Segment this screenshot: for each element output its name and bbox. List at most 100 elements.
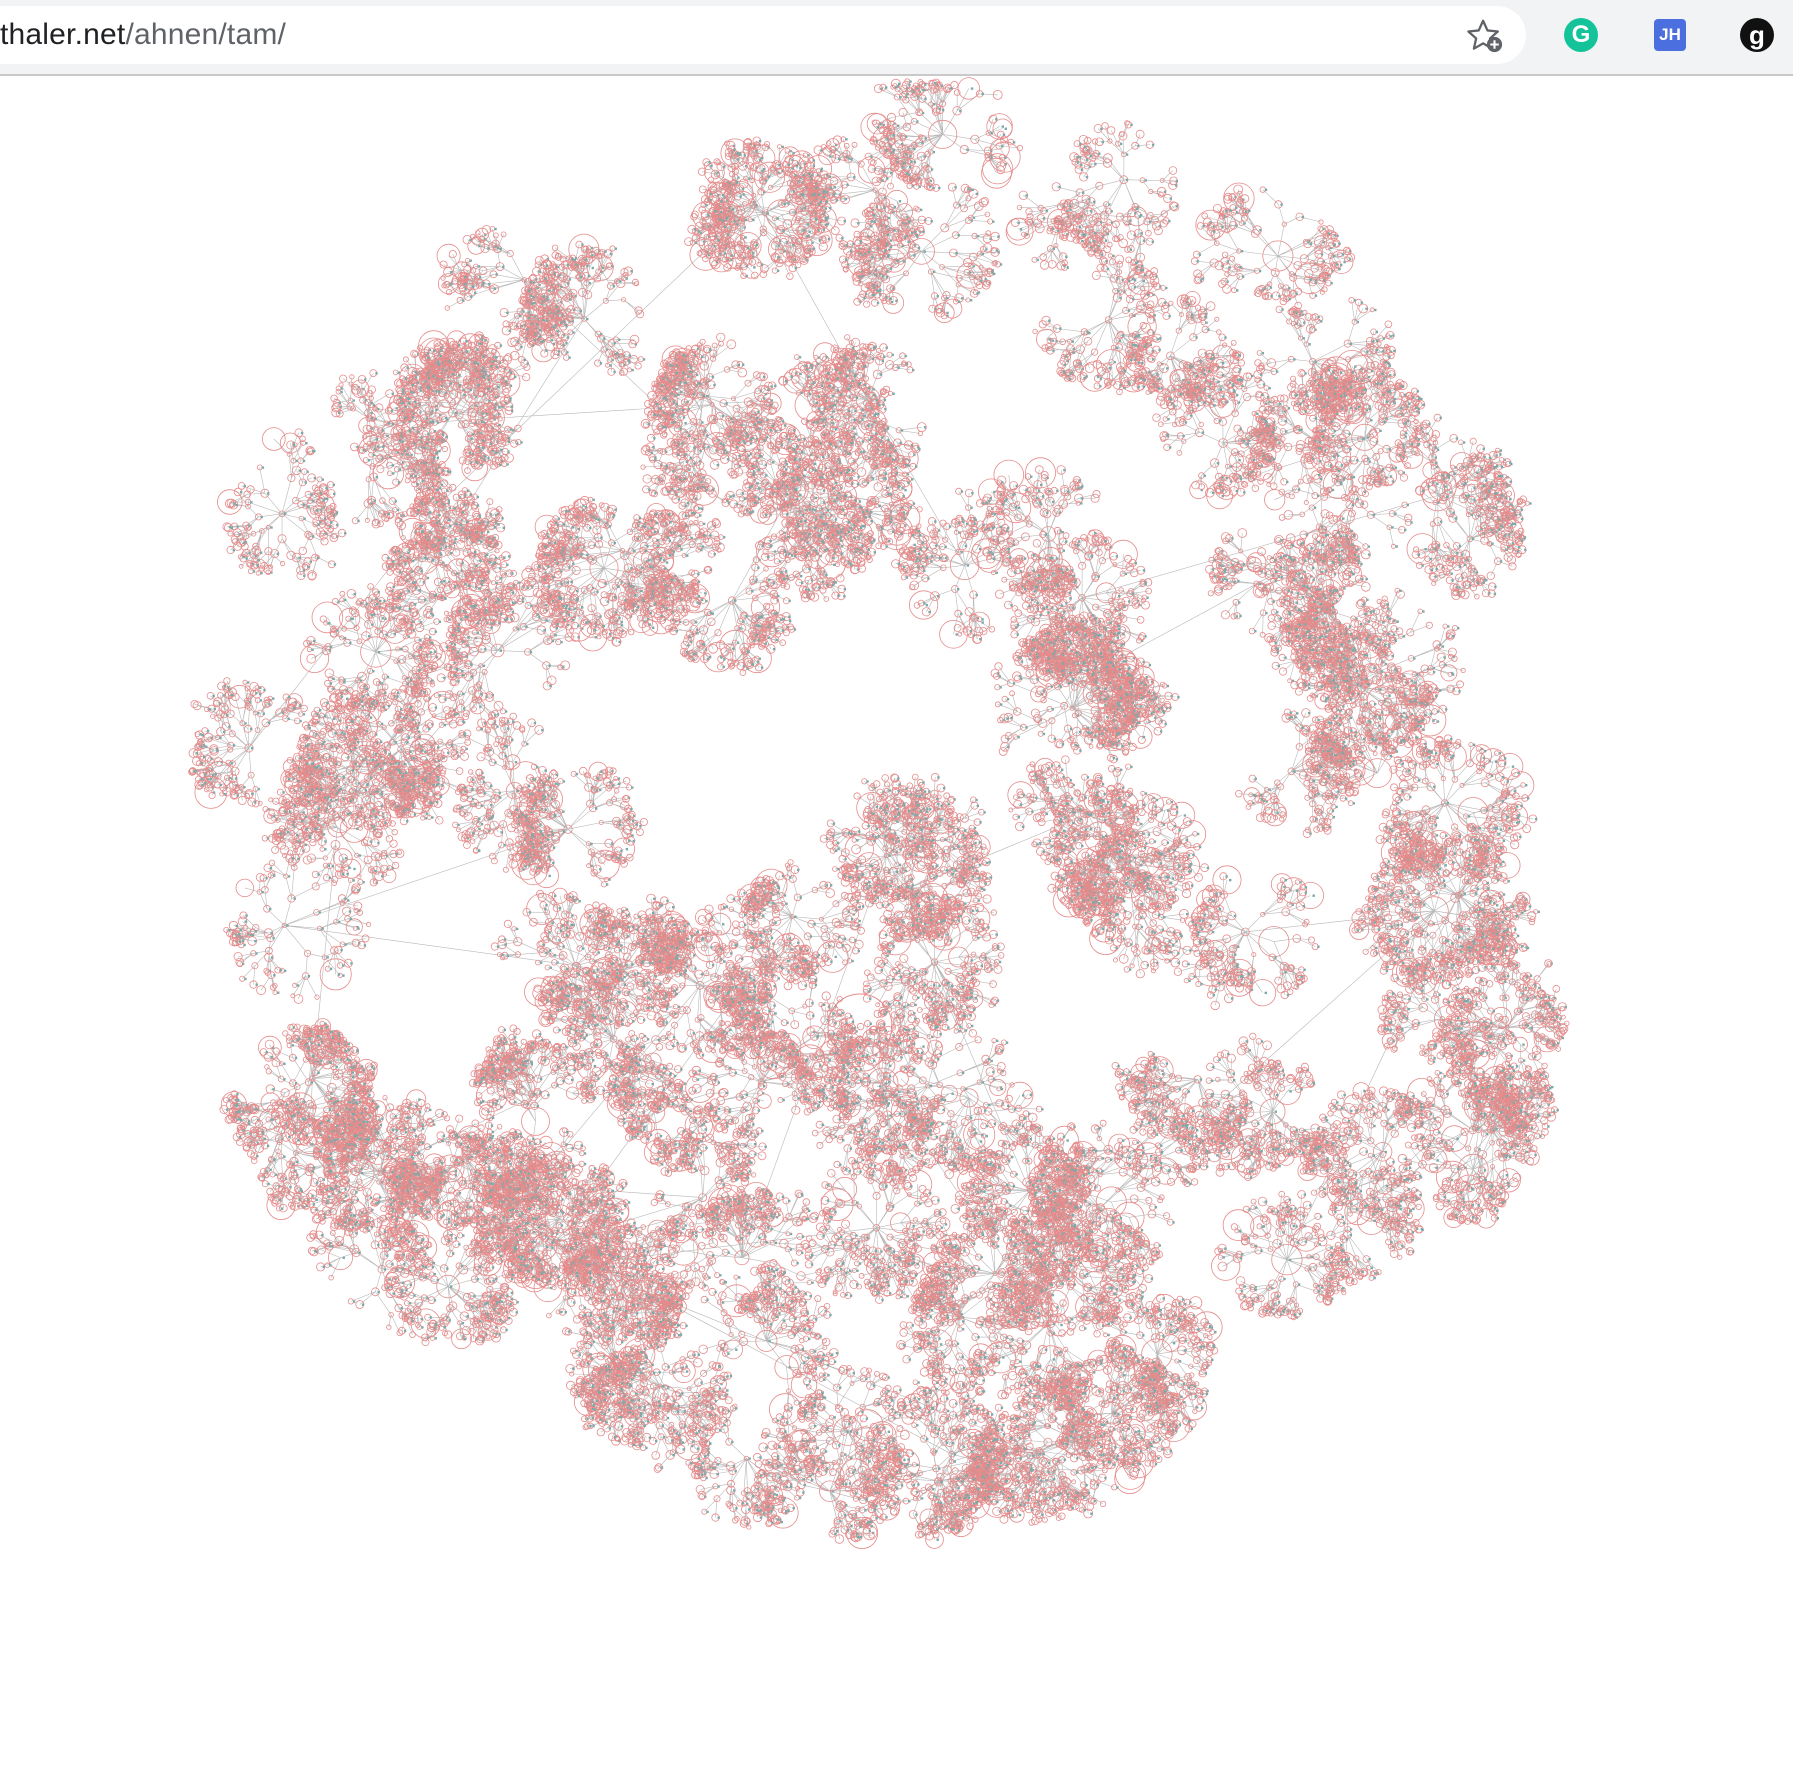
person-marker <box>443 677 445 679</box>
person-marker <box>438 539 440 541</box>
person-marker <box>497 1057 499 1059</box>
person-marker <box>525 626 527 628</box>
radial-graph-svg[interactable] <box>0 76 1793 1788</box>
person-node[interactable] <box>1396 628 1403 635</box>
person-marker <box>898 1479 900 1481</box>
person-marker <box>481 1078 483 1080</box>
person-marker <box>470 663 472 665</box>
person-marker <box>850 1525 852 1527</box>
person-marker <box>1300 610 1302 612</box>
graph-nodes <box>189 78 1570 1549</box>
person-marker <box>1366 599 1368 601</box>
person-marker <box>1370 611 1372 613</box>
person-marker <box>1397 621 1399 623</box>
person-marker <box>866 1417 868 1419</box>
person-marker <box>531 1063 533 1065</box>
address-bar[interactable]: thaler.net/ahnen/tam/ <box>0 6 1526 64</box>
person-marker <box>1343 587 1345 589</box>
person-marker <box>548 665 550 667</box>
grammarly-glyph: G <box>1564 18 1598 52</box>
person-marker <box>497 1047 499 1049</box>
person-marker <box>1278 665 1280 667</box>
person-marker <box>392 472 394 474</box>
person-marker <box>445 546 447 548</box>
person-marker <box>485 1072 487 1074</box>
person-marker <box>487 531 489 533</box>
star-add-icon[interactable] <box>1466 16 1504 54</box>
person-marker <box>477 622 479 624</box>
person-marker <box>861 1411 863 1413</box>
person-marker <box>494 526 496 528</box>
person-marker <box>495 522 497 524</box>
person-marker <box>549 685 551 687</box>
person-marker <box>457 651 459 653</box>
person-marker <box>530 651 532 653</box>
person-marker <box>838 1444 840 1446</box>
person-marker <box>868 1460 870 1462</box>
person-marker <box>477 631 479 633</box>
person-marker <box>765 1446 767 1448</box>
person-marker <box>546 619 548 621</box>
person-marker <box>834 1533 836 1535</box>
person-marker <box>775 1242 777 1244</box>
person-marker <box>530 1061 532 1063</box>
person-marker <box>1357 693 1359 695</box>
person-marker <box>767 1434 769 1436</box>
person-marker <box>804 1484 806 1486</box>
person-marker <box>856 1432 858 1434</box>
person-marker <box>869 1530 871 1532</box>
person-marker <box>392 464 394 466</box>
person-marker <box>563 1062 565 1064</box>
person-marker <box>874 1481 876 1483</box>
person-marker <box>494 714 496 716</box>
person-marker <box>544 1059 546 1061</box>
person-marker <box>530 605 532 607</box>
family-tree-graph[interactable] <box>0 76 1793 1788</box>
person-marker <box>480 693 482 695</box>
person-marker <box>537 613 539 615</box>
person-marker <box>462 693 464 695</box>
person-marker <box>778 1445 780 1447</box>
person-marker <box>871 1525 873 1527</box>
person-marker <box>1389 618 1391 620</box>
person-marker <box>1284 657 1286 659</box>
person-marker <box>1393 620 1395 622</box>
jh-extension-icon[interactable]: JH <box>1650 15 1690 55</box>
url-host: thaler.net <box>0 18 125 51</box>
person-marker <box>1339 709 1341 711</box>
person-marker <box>538 616 540 618</box>
person-marker <box>1403 635 1405 637</box>
grammarly-icon[interactable]: G <box>1561 15 1601 55</box>
url-text[interactable]: thaler.net/ahnen/tam/ <box>0 18 286 52</box>
g-extension-icon[interactable]: g <box>1737 15 1777 55</box>
person-marker <box>836 1530 838 1532</box>
person-marker <box>497 713 499 715</box>
person-marker <box>500 650 502 652</box>
person-marker <box>541 1039 543 1041</box>
g-glyph: g <box>1740 18 1774 52</box>
person-marker <box>856 1533 858 1535</box>
person-marker <box>443 537 445 539</box>
person-marker <box>463 707 465 709</box>
person-marker <box>870 1521 872 1523</box>
person-marker <box>1387 633 1389 635</box>
person-marker <box>495 601 497 603</box>
person-marker <box>505 710 507 712</box>
person-marker <box>515 1069 517 1071</box>
person-marker <box>1362 603 1364 605</box>
person-marker <box>482 1100 484 1102</box>
person-marker <box>454 538 456 540</box>
person-marker <box>515 1041 517 1043</box>
person-marker <box>504 1029 506 1031</box>
person-marker <box>860 1536 862 1538</box>
person-marker <box>868 1521 870 1523</box>
person-marker <box>560 641 562 643</box>
person-marker <box>768 1462 770 1464</box>
person-marker <box>788 1200 790 1202</box>
person-marker <box>759 1456 761 1458</box>
person-node[interactable] <box>500 709 505 714</box>
person-marker <box>525 1060 527 1062</box>
person-marker <box>555 634 557 636</box>
person-marker <box>452 648 454 650</box>
person-marker <box>450 552 452 554</box>
